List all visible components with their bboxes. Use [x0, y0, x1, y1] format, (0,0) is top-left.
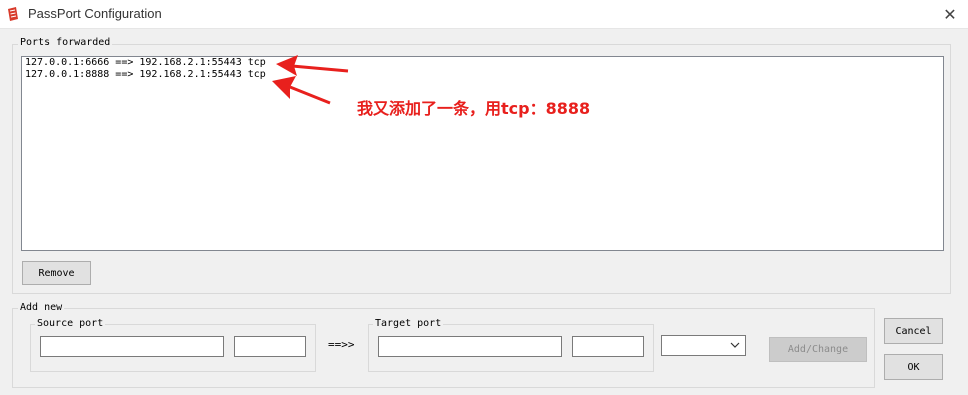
source-address-input[interactable] — [40, 336, 224, 357]
list-item[interactable]: 127.0.0.1:8888 ==> 192.168.2.1:55443 tcp — [22, 69, 943, 81]
target-port-input[interactable] — [572, 336, 644, 357]
remove-button[interactable]: Remove — [22, 261, 91, 285]
ports-forwarded-label: Ports forwarded — [18, 37, 113, 49]
target-address-input[interactable] — [378, 336, 562, 357]
add-new-label: Add new — [18, 302, 65, 314]
add-change-button[interactable]: Add/Change — [769, 337, 867, 362]
source-port-label: Source port — [35, 318, 106, 330]
ok-button[interactable]: OK — [884, 354, 943, 380]
cancel-button[interactable]: Cancel — [884, 318, 943, 344]
source-port-input[interactable] — [234, 336, 306, 357]
chevron-down-icon — [730, 341, 740, 349]
list-item[interactable]: 127.0.0.1:6666 ==> 192.168.2.1:55443 tcp — [22, 57, 943, 69]
close-icon: ✕ — [943, 4, 957, 24]
passport-app-icon — [6, 6, 20, 22]
target-port-label: Target port — [373, 318, 444, 330]
annotation-text: 我又添加了一条，用tcp：8888 — [357, 99, 591, 118]
window-title: PassPort Configuration — [28, 6, 162, 21]
close-button[interactable]: ✕ — [938, 4, 962, 24]
ports-forwarded-list[interactable]: 127.0.0.1:6666 ==> 192.168.2.1:55443 tcp… — [21, 56, 944, 251]
protocol-select[interactable] — [661, 335, 746, 356]
title-bar: PassPort Configuration ✕ — [0, 0, 968, 29]
forward-arrow: ==>> — [328, 338, 355, 351]
